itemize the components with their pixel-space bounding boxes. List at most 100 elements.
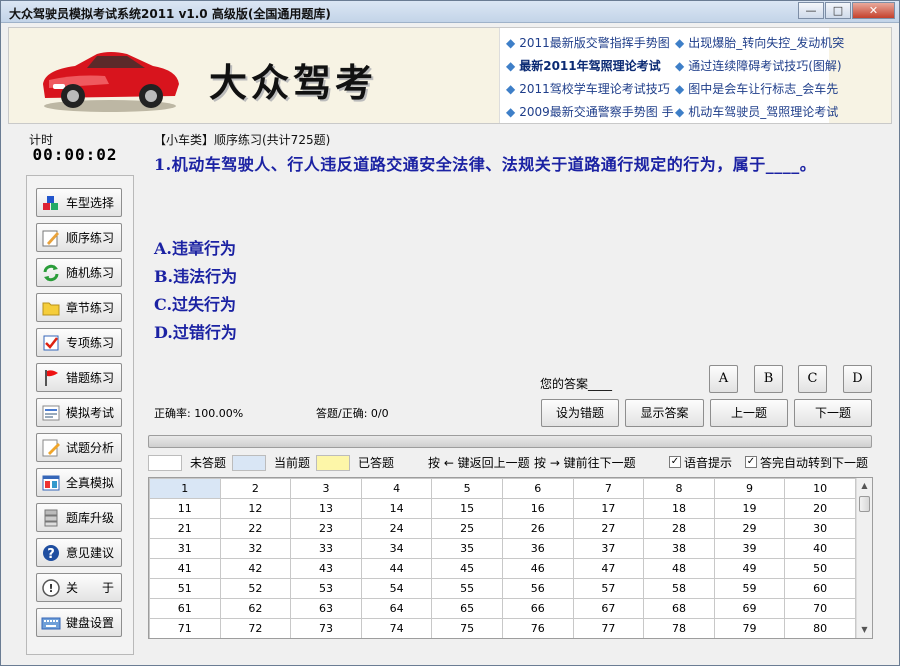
question-number-cell[interactable]: 8 [643, 478, 715, 499]
question-number-cell[interactable]: 7 [572, 478, 645, 499]
scroll-up-icon[interactable]: ▲ [857, 478, 872, 494]
news-link[interactable]: ◆ 2009最新交通警察手势图 手 [506, 101, 674, 124]
grid-scrollbar[interactable]: ▲ ▼ [856, 478, 872, 638]
question-number-cell[interactable]: 69 [713, 598, 786, 619]
question-number-cell[interactable]: 28 [643, 518, 715, 539]
question-number-cell[interactable]: 53 [290, 578, 362, 599]
question-number-cell[interactable]: 79 [713, 618, 786, 638]
question-number-cell[interactable]: 50 [784, 558, 856, 579]
question-number-cell[interactable]: 77 [572, 618, 645, 638]
special-practice-button[interactable]: 专项练习 [36, 328, 122, 357]
question-number-cell[interactable]: 58 [643, 578, 715, 599]
scroll-thumb[interactable] [859, 496, 870, 512]
question-number-cell[interactable]: 74 [360, 618, 433, 638]
question-number-cell[interactable]: 6 [501, 478, 574, 499]
question-number-cell[interactable]: 57 [572, 578, 645, 599]
about-button[interactable]: ! 关 于 [36, 573, 122, 602]
question-number-cell[interactable]: 22 [219, 518, 292, 539]
show-answer-button[interactable]: 显示答案 [625, 399, 704, 427]
question-number-cell[interactable]: 43 [290, 558, 362, 579]
question-number-cell[interactable]: 47 [572, 558, 645, 579]
question-number-cell[interactable]: 41 [149, 558, 221, 579]
question-number-cell[interactable]: 56 [501, 578, 574, 599]
question-number-cell[interactable]: 4 [360, 478, 433, 499]
news-link[interactable]: ◆ 2011最新版交警指挥手势图 [506, 32, 674, 55]
question-number-cell[interactable]: 3 [290, 478, 362, 499]
news-link[interactable]: ◆ 图中是会车让行标志_会车先 [675, 78, 844, 101]
question-number-cell[interactable]: 35 [431, 538, 503, 559]
question-number-cell[interactable]: 40 [784, 538, 856, 559]
maximize-button[interactable]: □ [825, 2, 851, 19]
question-number-cell[interactable]: 29 [713, 518, 786, 539]
question-number-cell[interactable]: 54 [360, 578, 433, 599]
wrong-practice-button[interactable]: 错题练习 [36, 363, 122, 392]
question-number-cell[interactable]: 27 [572, 518, 645, 539]
question-number-cell[interactable]: 10 [784, 478, 856, 499]
question-number-cell[interactable]: 37 [572, 538, 645, 559]
answer-a-button[interactable]: A [709, 365, 738, 393]
question-number-cell[interactable]: 70 [784, 598, 856, 619]
auto-next-checkbox[interactable]: ✓ [745, 456, 757, 468]
question-number-cell[interactable]: 20 [784, 498, 856, 519]
news-link[interactable]: ◆ 2011驾校学车理论考试技巧 [506, 78, 674, 101]
question-number-cell[interactable]: 67 [572, 598, 645, 619]
question-number-cell[interactable]: 45 [431, 558, 503, 579]
question-number-cell[interactable]: 14 [360, 498, 433, 519]
question-number-cell[interactable]: 25 [431, 518, 503, 539]
question-number-cell[interactable]: 39 [713, 538, 786, 559]
option-b[interactable]: B.违法行为 [154, 263, 237, 287]
question-number-cell[interactable]: 75 [431, 618, 503, 638]
option-d[interactable]: D.过错行为 [154, 319, 237, 343]
question-analysis-button[interactable]: 试题分析 [36, 433, 122, 462]
chapter-practice-button[interactable]: 章节练习 [36, 293, 122, 322]
question-number-cell[interactable]: 49 [713, 558, 786, 579]
question-number-cell[interactable]: 60 [784, 578, 856, 599]
mock-exam-button[interactable]: 模拟考试 [36, 398, 122, 427]
question-number-cell[interactable]: 24 [360, 518, 433, 539]
upgrade-bank-button[interactable]: 题库升级 [36, 503, 122, 532]
question-number-cell[interactable]: 15 [431, 498, 503, 519]
question-number-cell[interactable]: 51 [149, 578, 221, 599]
question-number-cell[interactable]: 80 [784, 618, 856, 638]
question-number-cell[interactable]: 26 [501, 518, 574, 539]
question-number-cell[interactable]: 76 [501, 618, 574, 638]
question-number-cell[interactable]: 13 [290, 498, 362, 519]
question-number-cell[interactable]: 38 [643, 538, 715, 559]
question-number-cell[interactable]: 66 [501, 598, 574, 619]
question-number-cell[interactable]: 21 [149, 518, 221, 539]
question-number-cell[interactable]: 31 [149, 538, 221, 559]
question-number-cell[interactable]: 62 [219, 598, 292, 619]
question-number-cell[interactable]: 9 [713, 478, 786, 499]
question-number-cell[interactable]: 61 [149, 598, 221, 619]
question-number-cell[interactable]: 16 [501, 498, 574, 519]
question-number-cell[interactable]: 44 [360, 558, 433, 579]
answer-c-button[interactable]: C [798, 365, 827, 393]
option-c[interactable]: C.过失行为 [154, 291, 236, 315]
question-number-cell[interactable]: 32 [219, 538, 292, 559]
question-number-cell[interactable]: 11 [149, 498, 221, 519]
question-number-cell[interactable]: 30 [784, 518, 856, 539]
answer-d-button[interactable]: D [843, 365, 872, 393]
question-number-cell[interactable]: 65 [431, 598, 503, 619]
mark-wrong-button[interactable]: 设为错题 [541, 399, 619, 427]
question-number-cell[interactable]: 52 [219, 578, 292, 599]
question-number-cell[interactable]: 36 [501, 538, 574, 559]
prev-question-button[interactable]: 上一题 [710, 399, 788, 427]
question-number-cell[interactable]: 19 [713, 498, 786, 519]
question-number-cell[interactable]: 71 [149, 618, 221, 638]
question-number-cell[interactable]: 5 [431, 478, 503, 499]
sequential-practice-button[interactable]: 顺序练习 [36, 223, 122, 252]
news-link[interactable]: ◆ 机动车驾驶员_驾照理论考试 [675, 101, 844, 124]
question-number-cell[interactable]: 48 [643, 558, 715, 579]
question-number-cell[interactable]: 33 [290, 538, 362, 559]
question-number-cell[interactable]: 55 [431, 578, 503, 599]
news-link[interactable]: ◆ 最新2011年驾照理论考试 [506, 55, 674, 78]
question-number-cell[interactable]: 42 [219, 558, 292, 579]
question-number-cell[interactable]: 64 [360, 598, 433, 619]
question-number-cell[interactable]: 68 [643, 598, 715, 619]
question-number-cell[interactable]: 59 [713, 578, 786, 599]
question-number-cell[interactable]: 2 [219, 478, 292, 499]
question-number-cell[interactable]: 34 [360, 538, 433, 559]
minimize-button[interactable]: — [798, 2, 824, 19]
news-link[interactable]: ◆ 出现爆胎_转向失控_发动机突 [675, 32, 844, 55]
